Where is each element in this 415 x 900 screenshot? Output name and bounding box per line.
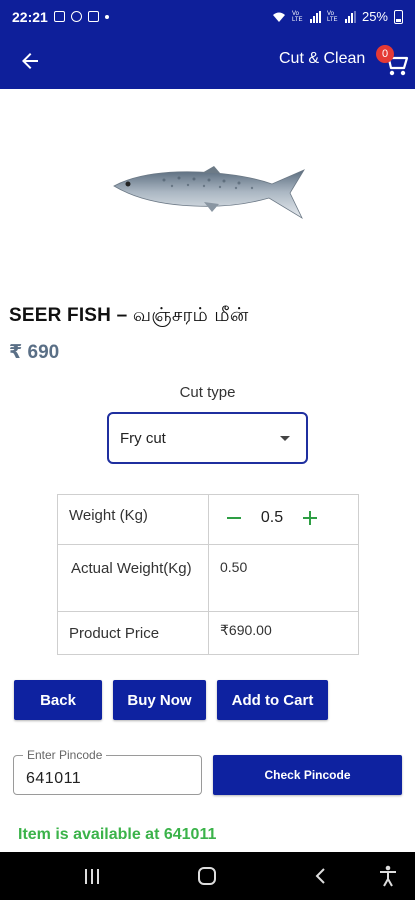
back-button[interactable]: Back	[14, 680, 102, 720]
back-arrow-icon[interactable]	[18, 49, 42, 73]
increase-weight-button[interactable]	[301, 509, 319, 527]
availability-message: Item is available at 641011	[18, 826, 217, 843]
table-row: Product Price ₹690.00	[57, 611, 359, 655]
add-to-cart-button[interactable]: Add to Cart	[217, 680, 328, 720]
network-label-1: Vo LTE	[291, 10, 303, 23]
gallery-notification-icon	[53, 11, 65, 22]
product-price: ₹ 690	[9, 342, 60, 363]
status-left: 22:21	[12, 9, 109, 25]
cart-button[interactable]: 0	[376, 45, 410, 79]
product-image	[104, 98, 312, 302]
wifi-icon	[272, 12, 285, 22]
cut-type-selected: Fry cut	[120, 429, 166, 447]
actual-weight-value: 0.50	[208, 544, 359, 612]
seer-fish-image	[113, 166, 306, 220]
buy-now-button[interactable]: Buy Now	[113, 680, 206, 720]
home-icon[interactable]	[196, 864, 218, 888]
pincode-field[interactable]: Enter Pincode 641011	[13, 748, 202, 795]
status-time: 22:21	[12, 8, 48, 25]
dropdown-caret-icon	[280, 436, 290, 441]
product-price-label: Product Price	[57, 611, 209, 655]
signal-icon-1	[309, 10, 321, 23]
actual-weight-label: Actual Weight(Kg)	[57, 544, 209, 612]
cut-type-select[interactable]: Fry cut	[107, 412, 308, 464]
system-nav-bar	[0, 852, 415, 900]
product-name: SEER FISH –	[9, 305, 128, 326]
status-right: Vo LTE Vo LTE 25%	[272, 9, 403, 24]
app-title: Cut & Clean	[279, 50, 366, 67]
check-pincode-button[interactable]: Check Pincode	[213, 755, 402, 795]
decrease-weight-button[interactable]	[225, 509, 243, 527]
nav-back-icon[interactable]	[313, 864, 329, 888]
message-notification-icon	[70, 11, 82, 22]
table-row: Actual Weight(Kg) 0.50	[57, 544, 359, 612]
more-notifications-icon	[104, 14, 109, 19]
accessibility-icon[interactable]	[377, 864, 399, 888]
product-details-table: Weight (Kg) 0.5 Actual Weight(Kg) 0.50 P…	[57, 494, 359, 655]
product-title: SEER FISH – வஞ்சரம் மீன்	[9, 304, 248, 329]
weight-value: 0.5	[260, 508, 284, 526]
app-notification-icon	[87, 11, 99, 22]
table-row: Weight (Kg) 0.5	[57, 493, 359, 545]
product-price-value: ₹690.00	[208, 611, 359, 655]
product-name-tamil: வஞ்சரம் மீன்	[132, 304, 249, 326]
status-bar: 22:21 Vo LTE Vo LTE 25%	[0, 0, 415, 33]
cut-type-label: Cut type	[179, 384, 236, 401]
battery-percent: 25%	[361, 9, 388, 24]
app-bar: Cut & Clean 0	[0, 33, 415, 89]
network-label-2: Vo LTE	[326, 10, 338, 23]
pincode-legend: Enter Pincode	[23, 748, 107, 762]
pincode-input[interactable]: 641011	[26, 770, 81, 788]
quantity-stepper: 0.5	[209, 493, 358, 542]
weight-cell: 0.5	[208, 493, 359, 545]
recent-apps-icon[interactable]	[82, 864, 102, 888]
weight-label: Weight (Kg)	[57, 494, 209, 545]
signal-icon-2	[344, 10, 356, 23]
battery-icon	[394, 9, 403, 24]
cart-count-badge: 0	[376, 45, 394, 63]
